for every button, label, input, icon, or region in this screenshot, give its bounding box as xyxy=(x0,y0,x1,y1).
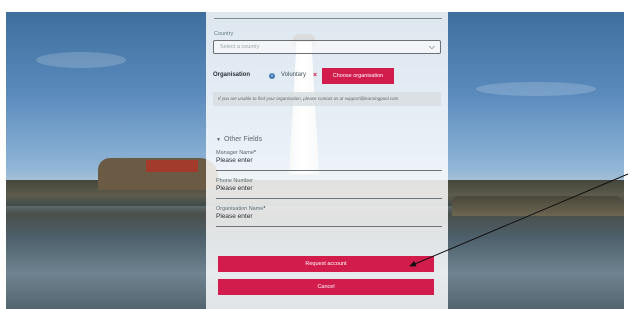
phone-number-input[interactable] xyxy=(216,185,416,192)
other-fields-label: Other Fields xyxy=(223,136,263,143)
triangle-down-icon: ▼ xyxy=(216,137,221,143)
organisation-name-input[interactable] xyxy=(216,213,416,220)
phone-number-label: Phone Number xyxy=(216,178,253,184)
close-icon[interactable]: × xyxy=(313,72,317,79)
registration-form-panel: Country Select a country ⌵ Organisation … xyxy=(206,12,448,309)
organisation-label: Organisation xyxy=(213,72,251,78)
other-fields-toggle[interactable]: ▼ Other Fields xyxy=(216,136,262,143)
organisation-value: Voluntary xyxy=(281,72,307,78)
request-account-button[interactable]: Request account xyxy=(218,256,434,272)
chevron-down-icon: ⌵ xyxy=(428,42,435,51)
cloud xyxy=(476,82,596,96)
organisation-row: Organisation i Voluntary × Choose organi… xyxy=(213,68,441,85)
manager-name-field: Manager Name* xyxy=(216,150,442,171)
organisation-help-note: If you are unable to find your organisat… xyxy=(213,92,441,106)
country-placeholder: Select a country xyxy=(220,44,260,50)
phone-number-field: Phone Number xyxy=(216,178,442,199)
rocks xyxy=(452,196,624,216)
manager-name-label: Manager Name xyxy=(216,150,254,156)
cancel-button[interactable]: Cancel xyxy=(218,279,434,295)
organisation-name-field: Organisation Name* xyxy=(216,206,442,227)
choose-organisation-button[interactable]: Choose organisation xyxy=(322,68,394,84)
organisation-help-text: If you are unable to find your organisat… xyxy=(218,96,399,101)
manager-name-input[interactable] xyxy=(216,157,416,164)
divider xyxy=(214,18,442,19)
organisation-name-label: Organisation Name xyxy=(216,206,264,212)
country-select[interactable]: Select a country ⌵ xyxy=(213,40,441,54)
info-icon[interactable]: i xyxy=(269,73,275,79)
cloud xyxy=(36,52,126,68)
background-photo: Country Select a country ⌵ Organisation … xyxy=(6,12,624,309)
building-roof xyxy=(146,160,198,172)
country-label: Country xyxy=(214,31,234,37)
